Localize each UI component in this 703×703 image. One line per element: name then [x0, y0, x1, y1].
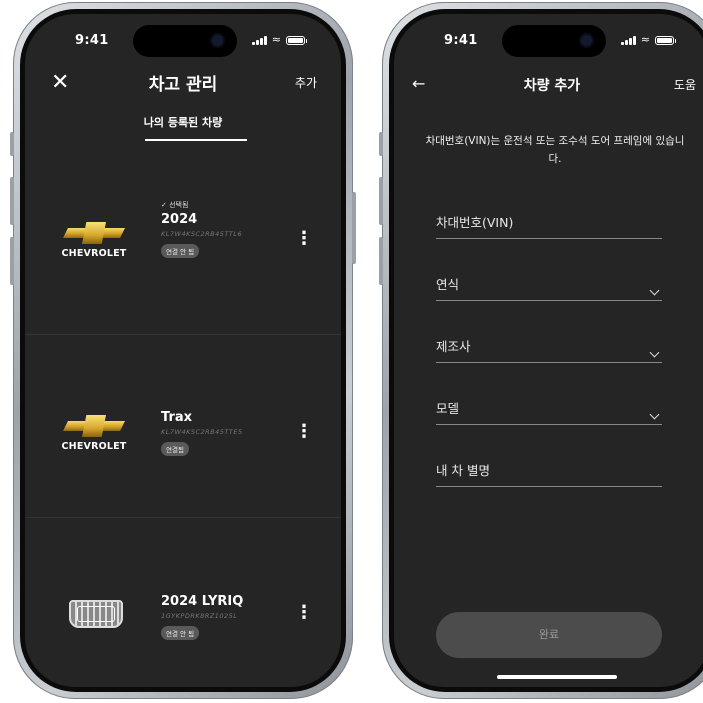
- more-options-icon[interactable]: ⋮: [295, 604, 313, 622]
- add-button[interactable]: 추가: [295, 74, 317, 91]
- model-select-label: 모델: [436, 401, 460, 416]
- status-badge: 연결 안 됨: [161, 626, 200, 640]
- vehicle-card[interactable]: 2024 LYRIQ 1GYKPDRK8RZ1025L 연결 안 됨 ⋮: [25, 518, 341, 687]
- model-select[interactable]: 모델: [436, 396, 662, 425]
- status-time: 9:41: [444, 33, 478, 48]
- chevron-down-icon: [649, 285, 660, 296]
- vin-field[interactable]: 차대번호(VIN): [436, 210, 662, 239]
- vin-field-label: 차대번호(VIN): [436, 215, 514, 230]
- vehicle-name: 2024: [161, 212, 198, 227]
- vehicle-card[interactable]: CHEVROLET ✓ 선택됨 2024 KL7W4KSC2RB45TTL6 연…: [25, 152, 341, 335]
- make-select[interactable]: 제조사: [436, 334, 662, 363]
- year-select-label: 연식: [436, 277, 460, 292]
- vehicle-vin: 1GYKPDRK8RZ1025L: [161, 612, 238, 620]
- chevron-down-icon: [649, 347, 660, 358]
- brand-label: CHEVROLET: [61, 441, 127, 452]
- more-options-icon[interactable]: ⋮: [295, 423, 313, 441]
- vehicle-card[interactable]: CHEVROLET Trax KL7W4KSC2RB45TTE5 연결됨 ⋮: [25, 335, 341, 518]
- nickname-field-label: 내 차 별명: [436, 463, 490, 478]
- vehicle-name: Trax: [161, 410, 193, 425]
- nickname-field[interactable]: 내 차 별명: [436, 458, 662, 487]
- vehicle-list: CHEVROLET ✓ 선택됨 2024 KL7W4KSC2RB45TTL6 연…: [25, 152, 341, 687]
- battery-icon: [655, 36, 676, 45]
- wifi-icon: ≈: [271, 33, 281, 46]
- chevrolet-logo: CHEVROLET: [51, 222, 137, 259]
- make-select-label: 제조사: [436, 339, 471, 354]
- page-title: 차고 관리: [148, 75, 218, 95]
- garage-header: ✕ 차고 관리 추가: [25, 70, 341, 98]
- garage-screen: 9:41 ≈ ✕ 차고 관리 추가 나의 등록된 차량 CHEVROLET ✓ …: [25, 14, 341, 687]
- page-title: 차량 추가: [523, 78, 581, 94]
- phone-frame-right: 9:41 ≈ ← 차량 추가 도움 차대번호(VIN)는 운전석 또는 조수석 …: [379, 2, 703, 699]
- done-button[interactable]: 완료: [436, 612, 662, 658]
- phone-frame-left: 9:41 ≈ ✕ 차고 관리 추가 나의 등록된 차량 CHEVROLET ✓ …: [10, 2, 356, 699]
- wifi-icon: ≈: [640, 33, 650, 46]
- chevrolet-logo: CHEVROLET: [51, 415, 137, 452]
- cadillac-logo: [69, 600, 123, 628]
- more-options-icon[interactable]: ⋮: [295, 230, 313, 248]
- tab-my-vehicles[interactable]: 나의 등록된 차량: [25, 114, 341, 130]
- vehicle-vin: KL7W4KSC2RB45TTL6: [161, 230, 243, 238]
- help-button[interactable]: 도움: [674, 76, 696, 93]
- dynamic-island: [133, 25, 237, 57]
- add-vehicle-header: ← 차량 추가 도움: [394, 74, 703, 98]
- status-badge: 연결 안 됨: [161, 244, 200, 258]
- vehicle-name: 2024 LYRIQ: [161, 594, 244, 609]
- signal-icon: [252, 35, 267, 45]
- home-indicator: [497, 675, 617, 679]
- vehicle-vin: KL7W4KSC2RB45TTE5: [161, 428, 243, 436]
- battery-icon: [286, 36, 307, 45]
- dynamic-island: [502, 25, 606, 57]
- add-vehicle-screen: 9:41 ≈ ← 차량 추가 도움 차대번호(VIN)는 운전석 또는 조수석 …: [394, 14, 703, 687]
- signal-icon: [621, 35, 636, 45]
- selected-label: ✓ 선택됨: [161, 201, 189, 209]
- status-icons: ≈: [621, 33, 676, 46]
- vin-hint-text: 차대번호(VIN)는 운전석 또는 조수석 도어 프레임에 있습니다.: [425, 135, 685, 165]
- brand-label: CHEVROLET: [61, 248, 127, 259]
- status-badge: 연결됨: [161, 442, 189, 456]
- status-time: 9:41: [75, 33, 109, 48]
- chevron-down-icon: [649, 409, 660, 420]
- tab-underline: [145, 139, 247, 141]
- year-select[interactable]: 연식: [436, 272, 662, 301]
- status-icons: ≈: [252, 33, 307, 46]
